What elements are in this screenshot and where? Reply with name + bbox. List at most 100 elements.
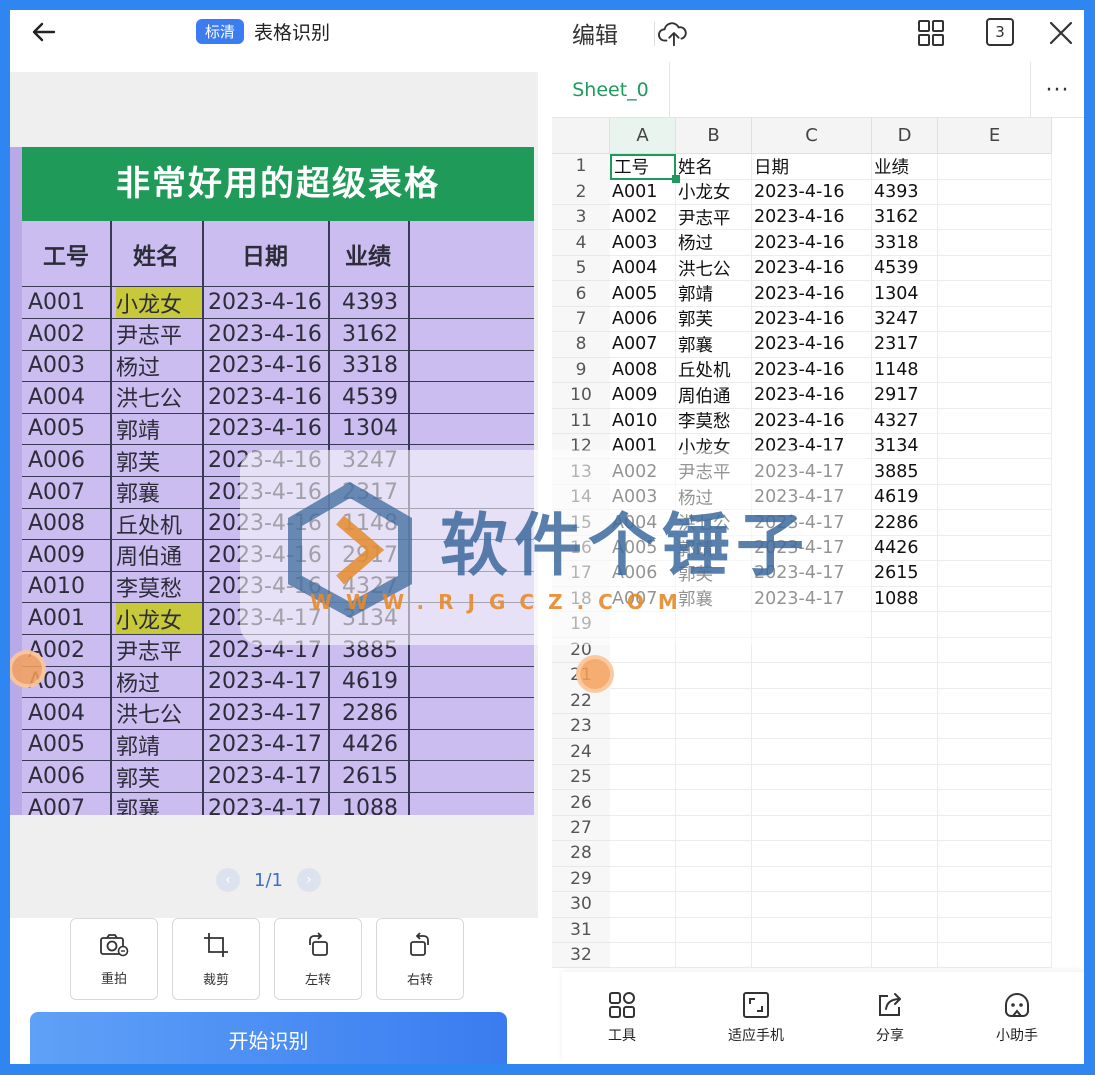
row-number[interactable]: 6 <box>552 281 610 307</box>
sheet-cell[interactable] <box>938 154 1052 180</box>
sheet-cell[interactable]: A007 <box>610 332 676 358</box>
row-number[interactable]: 24 <box>552 739 610 765</box>
sheet-cell[interactable]: 2917 <box>872 383 938 409</box>
sheet-cell[interactable] <box>610 815 676 842</box>
row-number[interactable]: 31 <box>552 917 610 943</box>
sheet-cell[interactable] <box>752 892 872 918</box>
sheet-cell[interactable] <box>938 790 1052 816</box>
sheet-cell[interactable] <box>610 866 676 893</box>
grid-corner[interactable] <box>552 118 610 154</box>
column-header[interactable]: B <box>676 118 752 154</box>
cloud-upload-icon[interactable] <box>658 18 688 48</box>
sheet-cell[interactable] <box>752 764 872 791</box>
sheet-cell[interactable] <box>938 510 1052 536</box>
sheet-cell[interactable] <box>872 917 938 943</box>
sheet-cell[interactable] <box>872 739 938 765</box>
sheet-cell[interactable] <box>676 713 752 740</box>
sheet-cell[interactable] <box>610 841 676 867</box>
rotate-right-button[interactable]: 右转 <box>376 918 464 1000</box>
sheet-cell[interactable] <box>610 663 676 689</box>
sheet-cell[interactable]: 1088 <box>872 586 938 613</box>
column-header[interactable]: C <box>752 118 872 154</box>
sheet-cell[interactable]: 郭襄 <box>676 332 752 358</box>
sheet-cell[interactable] <box>872 663 938 689</box>
column-header[interactable]: A <box>610 118 676 154</box>
sheet-cell[interactable] <box>752 841 872 867</box>
sheet-cell[interactable]: 3134 <box>872 433 938 460</box>
row-number[interactable]: 5 <box>552 255 610 282</box>
sheet-cell[interactable] <box>872 612 938 638</box>
sheet-cell[interactable]: 2023-4-16 <box>752 255 872 282</box>
selection-handle[interactable] <box>672 175 680 184</box>
sheet-cell[interactable] <box>938 942 1052 969</box>
sheet-cell[interactable]: 2023-4-16 <box>752 408 872 434</box>
row-number[interactable]: 3 <box>552 204 610 231</box>
row-number[interactable]: 22 <box>552 688 610 714</box>
sheet-tab[interactable]: Sheet_0 <box>552 62 670 118</box>
sheet-cell[interactable] <box>938 892 1052 918</box>
sheet-cell[interactable] <box>872 892 938 918</box>
sheet-cell[interactable] <box>938 306 1052 333</box>
sheet-cell[interactable] <box>872 713 938 740</box>
sheet-cell[interactable] <box>938 586 1052 613</box>
row-number[interactable]: 9 <box>552 357 610 384</box>
sheet-cell[interactable]: 2023-4-16 <box>752 281 872 307</box>
sheet-cell[interactable]: 4327 <box>872 408 938 434</box>
sheet-cell[interactable]: 4393 <box>872 179 938 205</box>
sheet-cell[interactable]: 3247 <box>872 306 938 333</box>
sheet-cell[interactable] <box>610 739 676 765</box>
sheet-cell[interactable]: 2615 <box>872 561 938 587</box>
sheet-cell[interactable] <box>938 917 1052 943</box>
floating-assist-button[interactable] <box>576 655 614 693</box>
sheet-cell[interactable] <box>938 535 1052 562</box>
sheet-cell[interactable] <box>752 866 872 893</box>
sheet-cell[interactable]: 姓名 <box>676 154 752 180</box>
sheet-cell[interactable]: 工号 <box>610 154 676 180</box>
sheet-cell[interactable] <box>938 764 1052 791</box>
sheet-cell[interactable] <box>938 713 1052 740</box>
sheet-cell[interactable]: 1148 <box>872 357 938 384</box>
sheet-cell[interactable]: 2023-4-16 <box>752 357 872 384</box>
sheet-cell[interactable]: 周伯通 <box>676 383 752 409</box>
sheet-cell[interactable]: 郭靖 <box>676 281 752 307</box>
prev-page-button[interactable]: ‹ <box>216 868 240 892</box>
sheet-cell[interactable] <box>752 815 872 842</box>
sheet-cell[interactable]: 4426 <box>872 535 938 562</box>
fit-phone-button[interactable]: 适应手机 <box>728 991 784 1045</box>
sheet-cell[interactable]: A002 <box>610 204 676 231</box>
sheet-cell[interactable] <box>938 332 1052 358</box>
sheet-cell[interactable]: 2317 <box>872 332 938 358</box>
sheet-cell[interactable] <box>752 790 872 816</box>
more-options-button[interactable]: ··· <box>1030 62 1084 118</box>
row-number[interactable]: 26 <box>552 790 610 816</box>
sheet-cell[interactable]: 2023-4-16 <box>752 306 872 333</box>
row-number[interactable]: 32 <box>552 942 610 969</box>
sheet-cell[interactable] <box>752 739 872 765</box>
row-number[interactable]: 7 <box>552 306 610 333</box>
sheet-cell[interactable]: 2023-4-16 <box>752 204 872 231</box>
sheet-cell[interactable] <box>872 637 938 664</box>
next-page-button[interactable]: › <box>296 868 321 892</box>
sheet-cell[interactable] <box>752 942 872 969</box>
sheet-cell[interactable]: A010 <box>610 408 676 434</box>
sheet-cell[interactable]: 3162 <box>872 204 938 231</box>
sheet-cell[interactable] <box>872 815 938 842</box>
sheet-cell[interactable]: 4539 <box>872 255 938 282</box>
sheet-cell[interactable] <box>938 841 1052 867</box>
sheet-cell[interactable]: 日期 <box>752 154 872 180</box>
row-number[interactable]: 2 <box>552 179 610 205</box>
sheet-cell[interactable] <box>938 688 1052 714</box>
sheet-cell[interactable] <box>938 612 1052 638</box>
sheet-cell[interactable] <box>676 917 752 943</box>
sheet-cell[interactable] <box>610 892 676 918</box>
sheet-cell[interactable] <box>938 255 1052 282</box>
sheet-cell[interactable]: 3318 <box>872 230 938 256</box>
row-number[interactable]: 25 <box>552 764 610 791</box>
sheet-cell[interactable] <box>752 917 872 943</box>
sheet-cell[interactable] <box>872 866 938 893</box>
sheet-cell[interactable]: 杨过 <box>676 230 752 256</box>
sheet-cell[interactable]: A005 <box>610 281 676 307</box>
share-button[interactable]: 分享 <box>876 991 904 1045</box>
crop-button[interactable]: 裁剪 <box>172 918 260 1000</box>
grid-view-icon[interactable] <box>916 18 946 48</box>
